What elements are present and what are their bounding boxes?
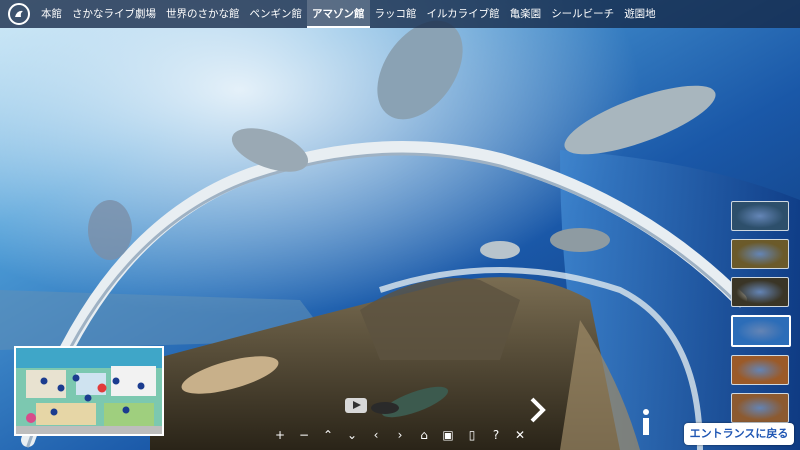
nav-item-amazon[interactable]: アマゾン館 <box>307 0 370 28</box>
pan-down-button[interactable]: ⌄ <box>340 428 364 442</box>
close-icon[interactable]: ✕ <box>508 428 532 442</box>
thumbnail-5[interactable] <box>731 355 789 385</box>
thumbnail-1[interactable] <box>731 201 789 231</box>
top-navigation: 本館 さかなライブ劇場 世界のさかな館 ペンギン館 アマゾン館 ラッコ館 イルカライブ館 亀楽… <box>0 0 800 28</box>
thumbnail-4[interactable] <box>731 315 791 347</box>
home-icon[interactable]: ⌂ <box>412 428 436 442</box>
zoom-out-button[interactable]: − <box>292 428 316 442</box>
zoom-in-button[interactable]: + <box>268 428 292 442</box>
nav-item-sakana-live[interactable]: さかなライブ劇場 <box>67 0 161 28</box>
pan-up-button[interactable]: ⌃ <box>316 428 340 442</box>
viewer-controls: + − ⌃ ⌄ ‹ › ⌂ ▣ ▯? ✕ <box>268 427 532 443</box>
map-icon[interactable]: ▯ <box>460 428 484 442</box>
nav-item-honkan[interactable]: 本館 <box>36 0 67 28</box>
thumbnail-6[interactable] <box>731 393 789 423</box>
nav-item-turtle[interactable]: 亀楽園 <box>505 0 547 28</box>
youtube-icon[interactable] <box>345 398 367 413</box>
help-icon[interactable]: ? <box>484 428 508 442</box>
pan-right-button[interactable]: › <box>388 428 412 442</box>
info-icon[interactable] <box>637 408 655 436</box>
next-arrow-icon[interactable] <box>528 396 548 424</box>
nav-item-dolphin-live[interactable]: イルカライブ館 <box>422 0 505 28</box>
nav-item-world-fish[interactable]: 世界のさかな館 <box>161 0 245 28</box>
nav-item-penguin[interactable]: ペンギン館 <box>245 0 308 28</box>
pan-left-button[interactable]: ‹ <box>364 428 388 442</box>
return-to-entrance-button[interactable]: エントランスに戻る <box>684 423 794 445</box>
nav-item-amusement-park[interactable]: 遊園地 <box>619 0 661 28</box>
nav-item-sea-otter[interactable]: ラッコ館 <box>370 0 422 28</box>
thumbnail-3[interactable] <box>731 277 789 307</box>
nav-item-seal-beach[interactable]: シールビーチ <box>546 0 619 28</box>
minimap[interactable] <box>14 346 164 436</box>
thumbnails-icon[interactable]: ▣ <box>436 428 460 442</box>
scene-thumbnail-list <box>731 201 791 431</box>
thumbnail-2[interactable] <box>731 239 789 269</box>
logo-icon[interactable] <box>8 3 30 25</box>
